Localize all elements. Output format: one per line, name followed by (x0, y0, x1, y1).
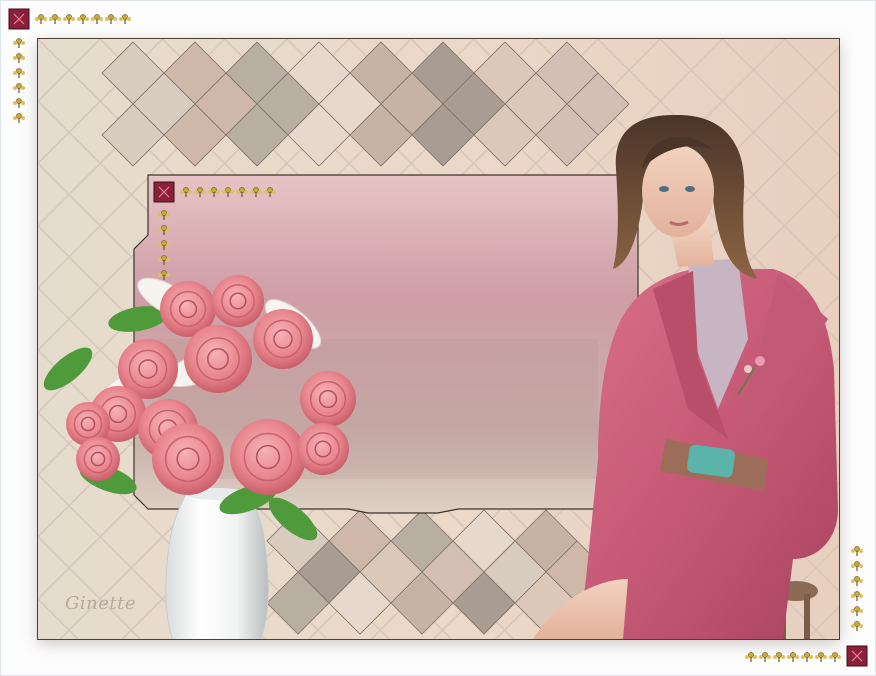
gold-fleur-icon (35, 14, 47, 24)
artist-signature: Ginette (65, 593, 136, 614)
gold-fleur-icon (105, 14, 117, 24)
vase (165, 488, 269, 639)
gold-fleur-icon (745, 652, 757, 662)
gold-fleur-icon (815, 652, 827, 662)
red-square-ornament-icon (8, 8, 30, 30)
gold-fleur-icon (77, 14, 89, 24)
gold-fleur-icon (119, 14, 131, 24)
rose (152, 423, 224, 495)
gold-fleur-icon (759, 652, 771, 662)
artwork-canvas (37, 38, 840, 640)
red-square-ornament-icon (846, 645, 868, 667)
artwork-scene (38, 39, 839, 639)
gold-fleur-icon (851, 621, 863, 631)
gold-fleur-icon (851, 606, 863, 616)
gold-fleur-icon (851, 546, 863, 556)
artwork-page: Ginette (0, 0, 876, 676)
gold-fleur-icon (851, 561, 863, 571)
gold-fleur-icon (773, 652, 785, 662)
rose (230, 419, 306, 495)
gold-fleur-icon (13, 83, 25, 93)
gold-fleur-icon (13, 38, 25, 48)
gold-fleur-icon (49, 14, 61, 24)
rose (297, 423, 349, 475)
gold-fleur-icon (91, 14, 103, 24)
rose (212, 275, 264, 327)
gold-fleur-icon (13, 53, 25, 63)
gold-fleur-icon (851, 576, 863, 586)
rose (184, 325, 252, 393)
rose (76, 437, 120, 481)
gold-fleur-icon (829, 652, 841, 662)
gold-fleur-icon (13, 68, 25, 78)
rose (253, 309, 313, 369)
rose (300, 371, 356, 427)
gold-fleur-icon (801, 652, 813, 662)
gold-fleur-icon (787, 652, 799, 662)
gold-fleur-icon (13, 113, 25, 123)
gold-fleur-icon (63, 14, 75, 24)
gold-fleur-icon (851, 591, 863, 601)
gold-fleur-icon (13, 98, 25, 108)
